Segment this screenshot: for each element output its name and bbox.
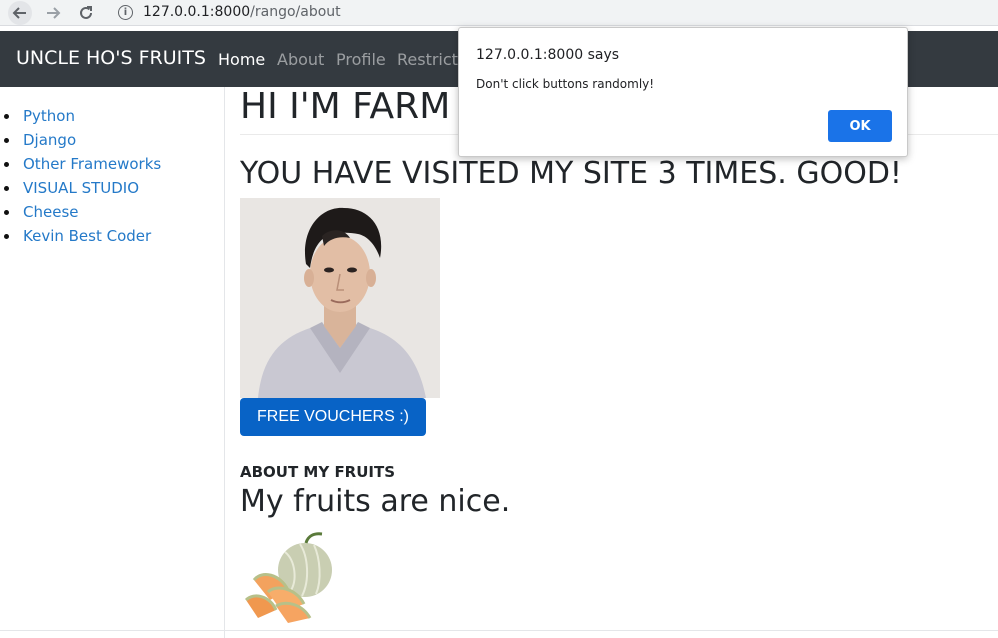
forward-button[interactable]: [41, 1, 65, 25]
sidebar-item-cheese[interactable]: Cheese: [0, 200, 224, 224]
visit-count-heading: YOU HAVE VISITED MY SITE 3 TIMES. GOOD!: [240, 156, 902, 191]
about-text: My fruits are nice.: [240, 484, 511, 519]
reload-button[interactable]: [74, 1, 98, 25]
greeting-heading: HI I'M FARM: [240, 86, 451, 127]
arrow-right-icon: [47, 7, 61, 19]
nav-profile[interactable]: Profile: [336, 50, 386, 69]
reload-icon: [80, 6, 92, 19]
sidebar: Python Django Other Frameworks VISUAL ST…: [0, 87, 225, 638]
dialog-title: 127.0.0.1:8000 says: [476, 47, 620, 63]
farmer-photo: [240, 198, 440, 398]
sidebar-item-kevin-best-coder[interactable]: Kevin Best Coder: [0, 224, 224, 248]
back-button[interactable]: [8, 1, 32, 25]
sidebar-item-python[interactable]: Python: [0, 104, 224, 128]
url-path: /rango/about: [250, 4, 341, 20]
melon-icon: [244, 532, 332, 623]
sidebar-item-django[interactable]: Django: [0, 128, 224, 152]
sidebar-list: Python Django Other Frameworks VISUAL ST…: [0, 104, 224, 248]
url-host: 127.0.0.1:8000: [143, 4, 251, 20]
address-bar[interactable]: i 127.0.0.1:8000/rango/about: [108, 1, 988, 25]
about-heading: ABOUT MY FRUITS: [240, 463, 396, 481]
nav-about[interactable]: About: [277, 50, 324, 69]
url-text: 127.0.0.1:8000/rango/about: [143, 4, 341, 20]
page-bottom-border: [0, 630, 998, 631]
info-icon[interactable]: i: [118, 5, 133, 20]
arrow-left-icon: [12, 7, 26, 19]
browser-toolbar: i 127.0.0.1:8000/rango/about: [0, 0, 998, 26]
alert-dialog: 127.0.0.1:8000 says Don't click buttons …: [458, 27, 908, 157]
melon-image: [240, 530, 340, 625]
person-portrait-image: [240, 198, 440, 398]
sidebar-item-visual-studio[interactable]: VISUAL STUDIO: [0, 176, 224, 200]
dialog-message: Don't click buttons randomly!: [476, 77, 655, 91]
ok-button[interactable]: OK: [828, 110, 892, 142]
sidebar-item-other-frameworks[interactable]: Other Frameworks: [0, 152, 224, 176]
brand-link[interactable]: UNCLE HO'S FRUITS: [16, 47, 206, 69]
free-vouchers-button[interactable]: FREE VOUCHERS :): [240, 398, 426, 436]
nav-home[interactable]: Home: [218, 50, 265, 69]
